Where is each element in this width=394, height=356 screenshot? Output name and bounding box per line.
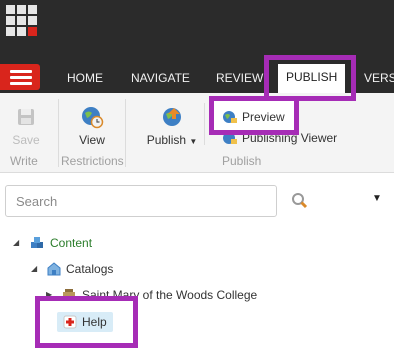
group-divider xyxy=(204,103,205,145)
tree-item-help-label[interactable]: Help xyxy=(82,312,107,332)
ribbon-panel: Save Write View Restrictions Publish ▼ P… xyxy=(0,93,394,173)
floppy-disk-icon xyxy=(18,109,34,125)
search-options-chevron-down-icon[interactable]: ▼ xyxy=(372,193,382,204)
help-plus-icon xyxy=(63,315,77,329)
view-restrictions-button[interactable]: View xyxy=(70,105,114,147)
expand-arrow-icon[interactable]: ◢ xyxy=(13,233,19,253)
chevron-down-icon: ▼ xyxy=(189,137,198,146)
save-button[interactable]: Save xyxy=(6,107,46,147)
globe-publish-icon xyxy=(163,108,181,126)
preview-globe-icon xyxy=(223,111,237,123)
preview-label-highlighted: Preview xyxy=(242,110,285,124)
tab-home[interactable]: HOME xyxy=(67,68,103,88)
search-input[interactable] xyxy=(5,185,277,217)
tab-versions[interactable]: VERSI xyxy=(364,68,394,88)
publish-label: Publish xyxy=(146,133,187,147)
top-bar xyxy=(0,0,394,44)
content-cubes-icon xyxy=(31,237,43,248)
group-divider xyxy=(58,99,59,167)
search-icon[interactable] xyxy=(291,192,309,210)
restrictions-group-label: Restrictions xyxy=(61,154,124,168)
save-label: Save xyxy=(12,133,40,147)
tree-item-content[interactable]: Content xyxy=(50,233,92,253)
app-grid-icon[interactable] xyxy=(6,5,39,38)
write-group-label: Write xyxy=(10,154,38,168)
tab-review[interactable]: REVIEW xyxy=(216,68,263,88)
tab-navigate[interactable]: NAVIGATE xyxy=(131,68,190,88)
group-divider xyxy=(125,99,126,167)
publish-group-label: Publish xyxy=(222,154,262,168)
expand-arrow-icon[interactable]: ◢ xyxy=(31,259,37,279)
publish-dropdown-button[interactable]: Publish ▼ xyxy=(144,105,200,147)
menu-icon[interactable] xyxy=(0,64,40,90)
globe-clock-icon xyxy=(82,107,104,129)
tree-item-catalogs[interactable]: Catalogs xyxy=(66,259,113,279)
publish-tab-highlight xyxy=(264,55,356,101)
catalog-icon xyxy=(47,262,61,276)
view-label: View xyxy=(79,133,105,147)
